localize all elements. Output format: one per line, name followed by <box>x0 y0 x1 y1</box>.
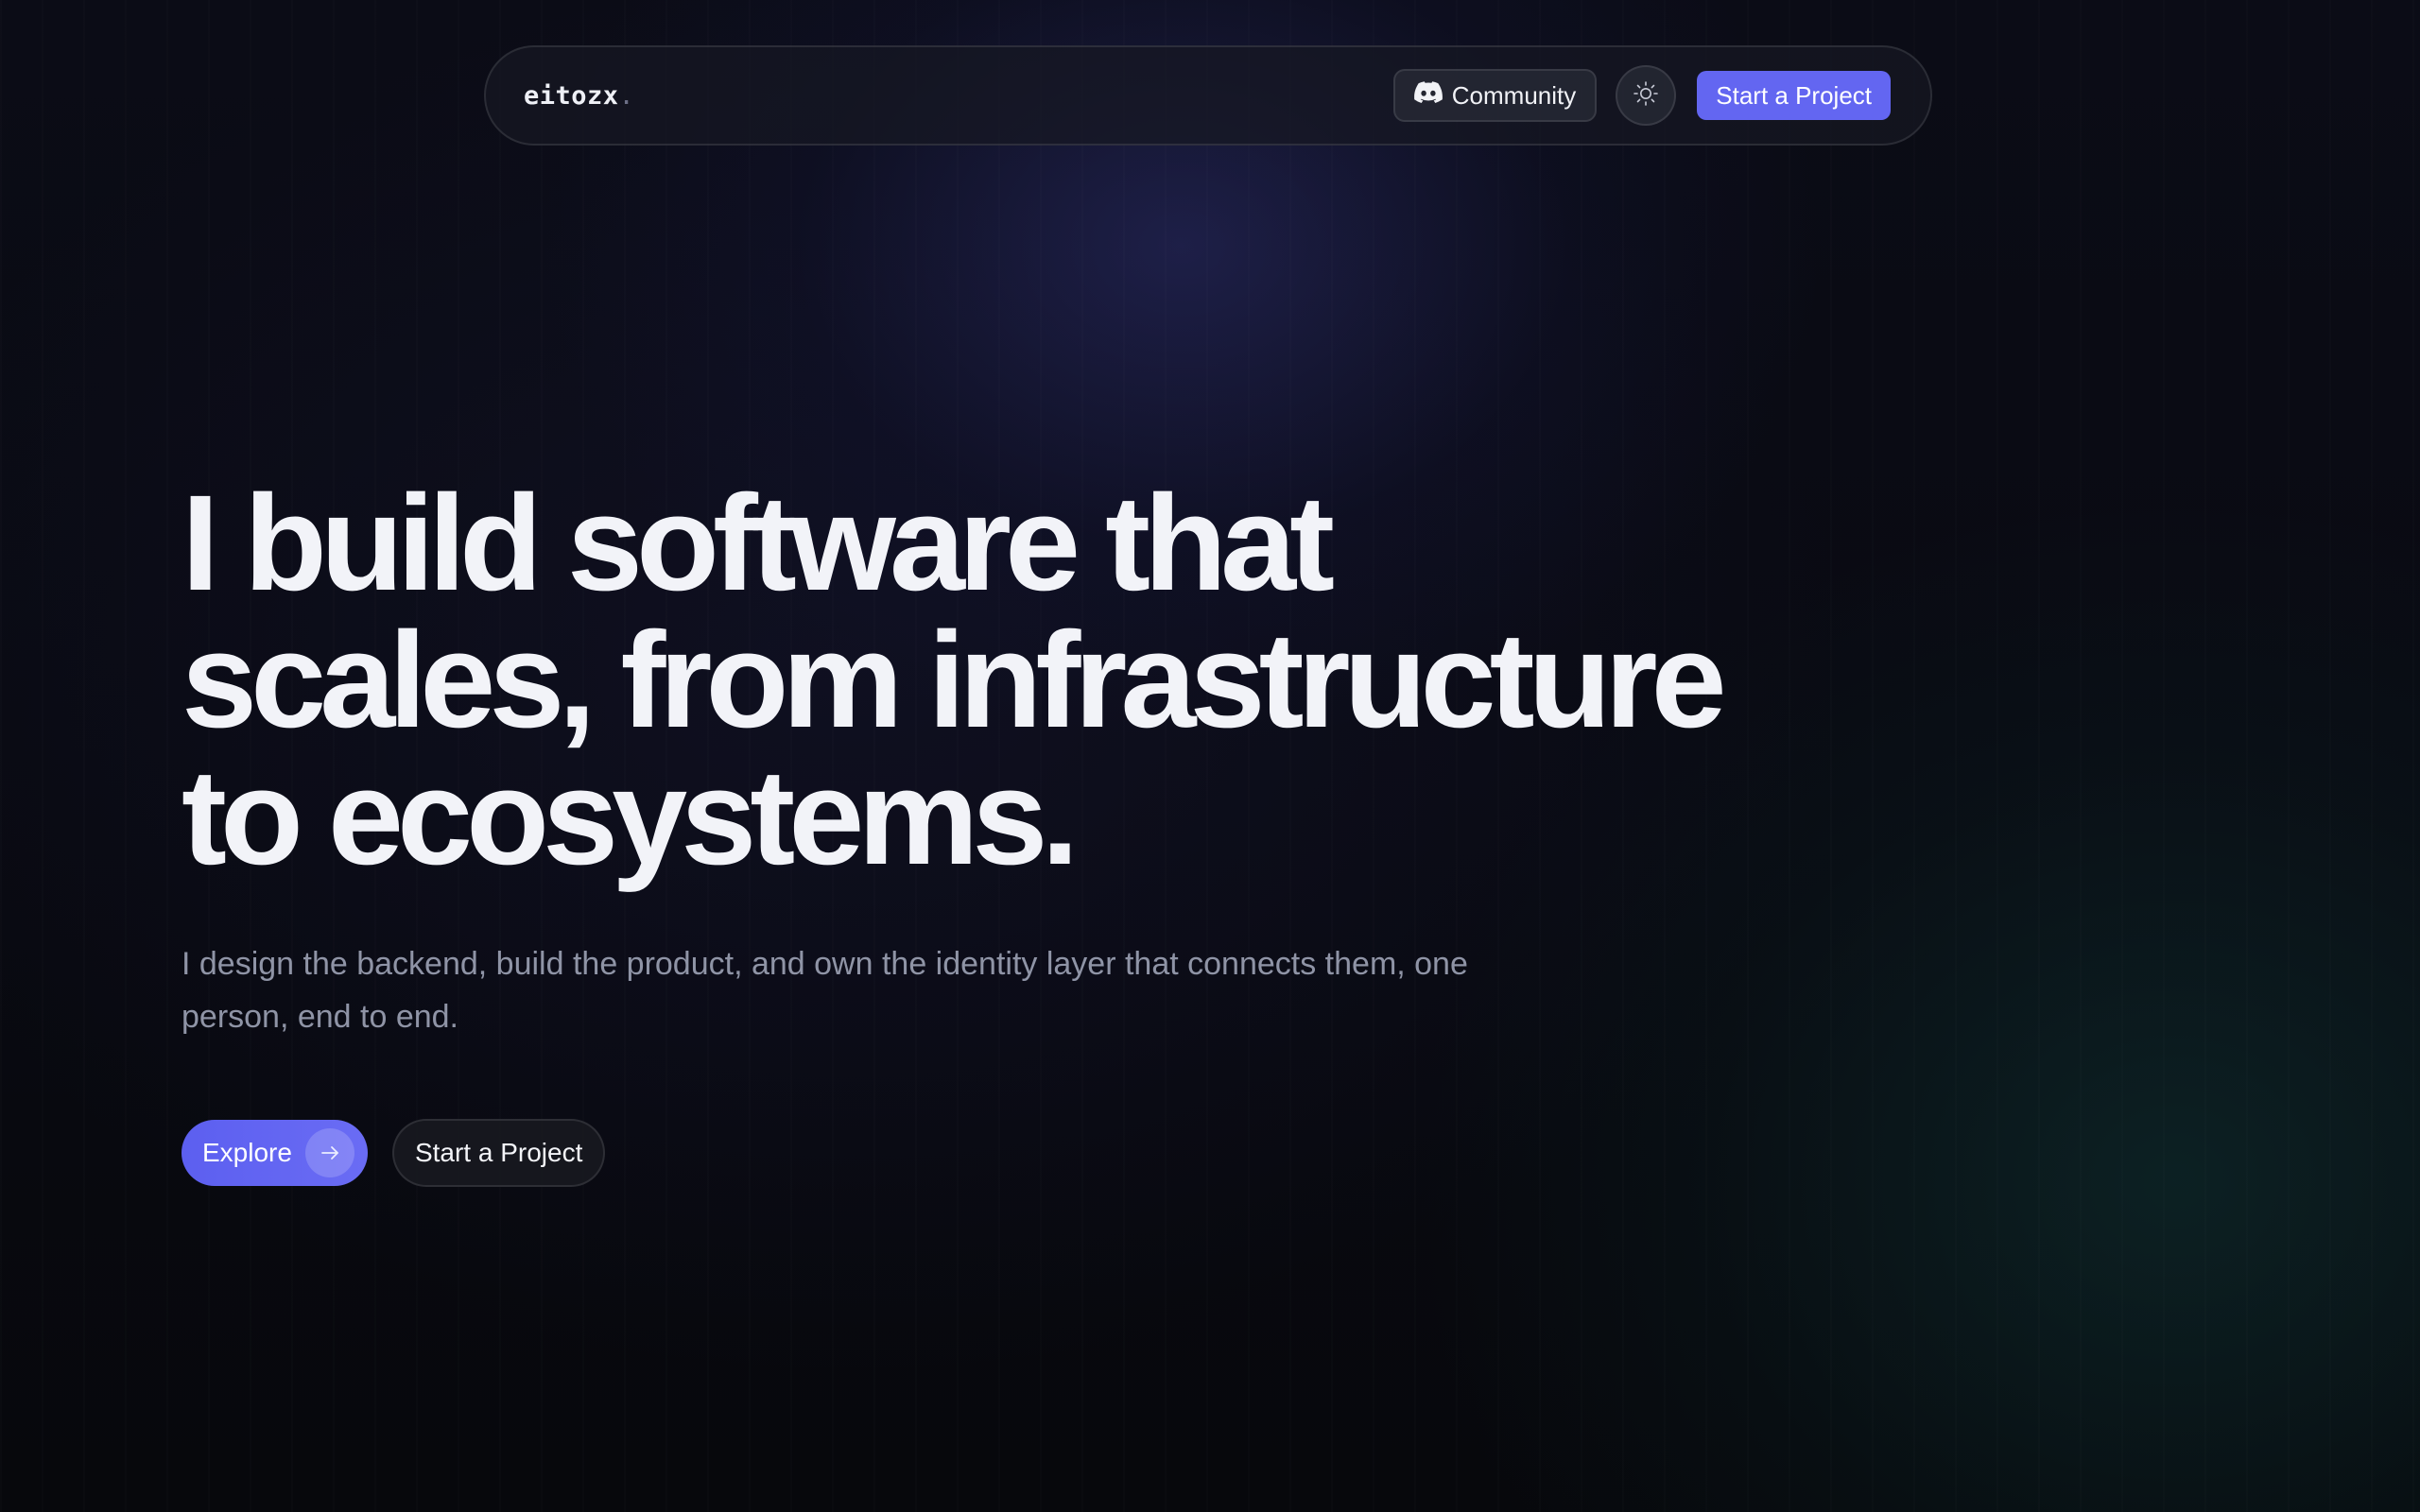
hero-title-line-3: to ecosystems. <box>182 741 1079 893</box>
arrow-right-icon <box>304 1128 354 1177</box>
hero-title: I build software that scales, from infra… <box>182 474 1883 885</box>
sun-icon <box>1633 80 1659 112</box>
hero-subtitle: I design the backend, build the product,… <box>182 946 1468 1035</box>
logo-dot: . <box>618 80 634 111</box>
community-button[interactable]: Community <box>1392 69 1598 122</box>
hero-cta-row: Explore Start a Project <box>182 1119 606 1187</box>
community-label: Community <box>1451 80 1577 110</box>
theme-toggle-button[interactable] <box>1616 65 1677 126</box>
start-project-nav-button[interactable]: Start a Project <box>1697 71 1891 120</box>
top-navbar: eitozx. Community Start a Project <box>484 45 1932 146</box>
start-project-hero-button[interactable]: Start a Project <box>391 1119 606 1187</box>
hero-title-line-1: I build software that <box>182 467 1335 619</box>
explore-button[interactable]: Explore <box>182 1120 368 1186</box>
hero-title-line-2: scales, from infrastructure <box>182 604 1727 756</box>
discord-icon <box>1413 80 1443 111</box>
logo-text: eitozx <box>524 80 619 111</box>
explore-label: Explore <box>202 1138 292 1167</box>
logo[interactable]: eitozx. <box>524 81 634 111</box>
